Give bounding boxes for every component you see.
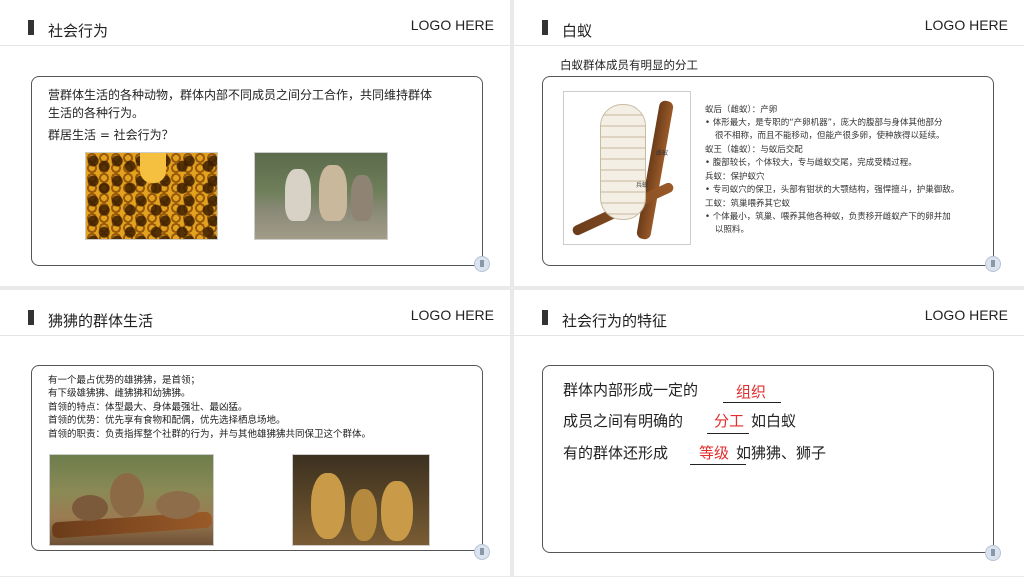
- wolves-image: [254, 152, 388, 240]
- slide-title: 社会行为: [48, 22, 109, 40]
- text-line: • 个体最小，筑巢、喂养其他各种蚁，负责移开雌蚁产下的卵并加: [705, 212, 951, 222]
- corner-download-icon[interactable]: [474, 256, 490, 272]
- text-line: 蚁王（雄蚁）：与蚁后交配: [705, 145, 803, 155]
- slide-header: 社会行为的特征 LOGO HERE: [514, 290, 1024, 336]
- text-line: 兵蚁：保护蚁穴: [705, 172, 765, 182]
- answer-hierarchy: 等级: [699, 444, 730, 462]
- slide-social-behavior: 社会行为 LOGO HERE 营群体生活的各种动物，群体内部不同成员之间分工合作…: [0, 0, 510, 286]
- baboons-image: [49, 454, 214, 546]
- text-line: • 专司蚁穴的保卫，头部有钳状的大颚结构，强悍擅斗，护巢御敌。: [705, 185, 960, 195]
- termite-image: 雌蚁 兵蚁: [563, 91, 691, 245]
- text-line: • 体形最大，是专职的“产卵机器”，庞大的腹部与身体其他部分: [705, 118, 943, 128]
- slide-header: 狒狒的群体生活 LOGO HERE: [0, 290, 510, 336]
- content-box: 群体内部形成一定的 组织 成员之间有明确的 分工 如白蚁 有的群体还形成 等级 …: [542, 365, 994, 553]
- text-line: 有下级雄狒狒、雌狒狒和幼狒狒。: [48, 388, 191, 399]
- title-bar-icon: [542, 20, 548, 35]
- answer-division: 分工: [714, 412, 745, 430]
- logo-text: LOGO HERE: [410, 307, 494, 323]
- slide-subtitle: 白蚁群体成员有明显的分工: [560, 58, 698, 72]
- slide-baboons: 狒狒的群体生活 LOGO HERE 有一个最占优势的雄狒狒，是首领； 有下级雄狒…: [0, 290, 510, 576]
- paragraph-line: 生活的各种行为。: [48, 106, 145, 120]
- text-line: 首领的特点：体型最大、身体最强壮、最凶猛。: [48, 402, 248, 413]
- text-line: 首领的优势：优先享有食物和配偶，优先选择栖息场地。: [48, 415, 286, 426]
- corner-download-icon[interactable]: [985, 256, 1001, 272]
- slide-social-behavior-features: 社会行为的特征 LOGO HERE 群体内部形成一定的 组织 成员之间有明确的 …: [514, 290, 1024, 576]
- answer-blank: [690, 464, 746, 465]
- monkeys-image: [292, 454, 430, 546]
- logo-text: LOGO HERE: [924, 17, 1008, 33]
- content-box: 有一个最占优势的雄狒狒，是首领； 有下级雄狒狒、雌狒狒和幼狒狒。 首领的特点：体…: [31, 365, 483, 551]
- corner-download-icon[interactable]: [474, 544, 490, 560]
- feature-line-3-example: 如狒狒、狮子: [736, 444, 827, 462]
- slide-title: 白蚁: [562, 22, 593, 40]
- title-bar-icon: [28, 310, 34, 325]
- title-bar-icon: [542, 310, 548, 325]
- content-box: 雌蚁 兵蚁 蚁后（雌蚁）：产卵 • 体形最大，是专职的“产卵机器”，庞大的腹部与…: [542, 76, 994, 266]
- queen-termite: [600, 104, 646, 220]
- text-line: • 腹部较长，个体较大，专与雌蚁交尾，完成受精过程。: [705, 158, 917, 168]
- bees-image: [85, 152, 218, 240]
- logo-text: LOGO HERE: [410, 17, 494, 33]
- answer-blank: [723, 402, 781, 403]
- image-label: 雌蚁: [656, 150, 669, 157]
- slide-title: 社会行为的特征: [562, 312, 668, 330]
- feature-line-1: 群体内部形成一定的: [563, 381, 699, 399]
- text-line: 蚁后（雌蚁）：产卵: [705, 105, 778, 115]
- answer-organization: 组织: [736, 383, 767, 401]
- answer-blank: [707, 433, 749, 434]
- paragraph-line: 营群体生活的各种动物，群体内部不同成员之间分工合作，共同维持群体: [48, 88, 433, 102]
- feature-line-3: 有的群体还形成: [563, 444, 669, 462]
- corner-download-icon[interactable]: [985, 545, 1001, 561]
- text-line: 以照料。: [715, 225, 750, 235]
- text-line: 很不相称，而且不能移动，但能产很多卵，使种族得以延续。: [715, 131, 945, 141]
- title-bar-icon: [28, 20, 34, 35]
- slide-header: 白蚁 LOGO HERE: [514, 0, 1024, 46]
- question-text: 群居生活 = 社会行为？: [48, 128, 174, 142]
- image-label: 兵蚁: [636, 182, 649, 189]
- feature-line-2: 成员之间有明确的: [563, 412, 684, 430]
- slide-termites: 白蚁 LOGO HERE 白蚁群体成员有明显的分工 雌蚁 兵蚁 蚁后（雌蚁）：产…: [514, 0, 1024, 286]
- slide-title: 狒狒的群体生活: [48, 312, 154, 330]
- slide-header: 社会行为 LOGO HERE: [0, 0, 510, 46]
- text-line: 有一个最占优势的雄狒狒，是首领；: [48, 375, 201, 386]
- feature-line-2-example: 如白蚁: [751, 412, 797, 430]
- honey-drip: [140, 153, 166, 183]
- text-line: 首领的职责：负责指挥整个社群的行为，并与其他雄狒狒共同保卫这个群体。: [48, 429, 372, 440]
- logo-text: LOGO HERE: [924, 307, 1008, 323]
- text-line: 工蚁：筑巢喂养其它蚁: [705, 199, 791, 209]
- content-box: 营群体生活的各种动物，群体内部不同成员之间分工合作，共同维持群体 生活的各种行为…: [31, 76, 483, 266]
